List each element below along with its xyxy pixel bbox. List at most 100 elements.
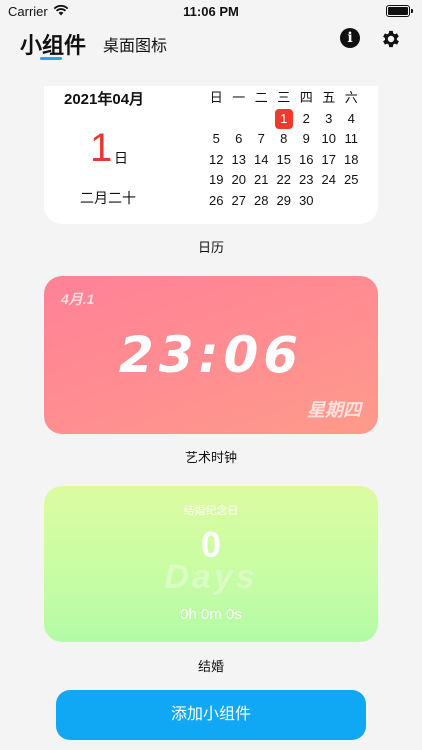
clock-caption: 艺术时钟: [184, 450, 237, 465]
anniversary-title: 结婚纪念日: [183, 505, 239, 517]
calendar-date-cell: 13: [228, 150, 251, 171]
gear-icon[interactable]: [380, 28, 402, 50]
anniversary-widget[interactable]: 结婚纪念日 Days 0 0h 0m 0s: [44, 486, 378, 642]
calendar-date-label: 10: [321, 131, 336, 146]
calendar-date-cell: 25: [340, 170, 363, 191]
calendar-week-row: 12 13 14 15 16 17 18: [205, 150, 365, 171]
calendar-date-label: 12: [209, 151, 224, 167]
calendar-day-number: 1: [90, 126, 113, 170]
calendar-date-cell: 23: [295, 170, 318, 191]
calendar-date-cell: 2: [295, 109, 318, 130]
calendar-weekday-label: 一: [232, 90, 246, 105]
calendar-date-label: 26: [209, 192, 224, 208]
active-tab-indicator: [40, 57, 62, 60]
calendar-date-cell: 9: [295, 129, 318, 150]
calendar-today-cell: 1: [273, 108, 296, 130]
calendar-date-cell: 4: [340, 109, 363, 130]
calendar-date-label: 14: [254, 151, 269, 167]
calendar-lunar-date: 二月二十: [80, 190, 136, 206]
calendar-date-label: 25: [344, 172, 359, 187]
calendar-widget[interactable]: 2021年04月 1 日 二月二十 日一二三四五六 1 2 3 4 5 6 7 8 9 10 11 12…: [44, 86, 378, 224]
calendar-date-cell: 6: [228, 129, 251, 150]
calendar-date-cell: 24: [318, 170, 341, 191]
calendar-date-cell: [205, 109, 228, 130]
calendar-date-cell: 16: [295, 150, 318, 171]
calendar-date-label: 20: [231, 172, 246, 187]
calendar-weekday-row: 日一二三四五六: [205, 88, 365, 109]
calendar-date-label: 16: [299, 151, 314, 167]
calendar-date-cell: 10: [318, 129, 341, 150]
calendar-date-cell: 20: [228, 170, 251, 191]
anniversary-elapsed: 0h 0m 0s: [180, 606, 242, 623]
status-bar: Carrier 11:06 PM: [0, 0, 422, 24]
calendar-date-label: 19: [209, 172, 224, 187]
calendar-date-cell: 28: [250, 191, 273, 212]
calendar-date-cell: 19: [205, 170, 228, 191]
calendar-date-label: 11: [344, 131, 359, 146]
tab-widgets[interactable]: 小组件: [20, 28, 86, 60]
calendar-date-cell: 15: [273, 150, 296, 171]
calendar-date-label: 1: [274, 108, 293, 129]
calendar-date-cell: 18: [340, 150, 363, 171]
calendar-weekday-label: 日: [209, 90, 223, 105]
calendar-date-label: 21: [254, 172, 269, 187]
calendar-date-cell: 29: [273, 191, 296, 212]
add-widget-button[interactable]: 添加小组件: [56, 690, 366, 740]
calendar-date-label: 23: [299, 172, 314, 187]
anniversary-caption: 结婚: [197, 659, 224, 674]
calendar-date-cell: 8: [273, 129, 296, 150]
calendar-day-suffix: 日: [114, 150, 128, 166]
calendar-weekday-label: 二: [254, 90, 268, 105]
calendar-date-cell: 5: [205, 129, 228, 150]
calendar-date-cell: 30: [295, 191, 318, 212]
calendar-date-cell: [250, 109, 273, 130]
calendar-date-label: 2: [302, 110, 310, 126]
calendar-date-cell: 22: [273, 170, 296, 191]
calendar-date-label: 29: [276, 192, 291, 208]
calendar-date-label: 22: [276, 172, 291, 187]
calendar-date-label: 15: [276, 151, 291, 167]
calendar-date-label: 18: [344, 151, 359, 167]
calendar-date-cell: 3: [318, 109, 341, 130]
calendar-date-cell: 7: [250, 129, 273, 150]
battery-icon: [386, 5, 413, 17]
top-nav: 小组件 桌面图标 i: [0, 24, 422, 64]
calendar-week-row: 19 20 21 22 23 24 25: [205, 170, 365, 191]
calendar-date-cell: 26: [205, 191, 228, 212]
calendar-date-cell: [318, 191, 341, 212]
art-clock-widget[interactable]: 4月.1 23:06 星期四: [44, 276, 378, 434]
calendar-week-row: 1234: [205, 108, 365, 130]
calendar-date-label: 7: [257, 131, 265, 146]
calendar-date-cell: 21: [250, 170, 273, 191]
calendar-grid: 日一二三四五六 1 2 3 4 5 6 7 8 9 10 11 12 13 14 15 16 17 18 19 20 21…: [205, 88, 365, 211]
calendar-week-row: 26 27 28 29 30: [205, 191, 365, 212]
calendar-date-label: 3: [325, 110, 333, 126]
clock-date: 4月.1: [61, 291, 95, 307]
calendar-date-label: 13: [231, 151, 246, 167]
calendar-date-label: 28: [254, 192, 269, 208]
calendar-date-label: 24: [321, 172, 336, 187]
calendar-month-header: 2021年04月: [64, 91, 145, 108]
tab-desktop-icons[interactable]: 桌面图标: [103, 32, 167, 56]
status-time: 11:06 PM: [183, 4, 239, 19]
calendar-date-cell: 17: [318, 150, 341, 171]
calendar-weekday-label: 五: [322, 90, 336, 105]
calendar-date-cell: 27: [228, 191, 251, 212]
calendar-date-cell: 14: [250, 150, 273, 171]
calendar-weekday-label: 三: [277, 90, 291, 105]
calendar-date-label: 27: [231, 192, 246, 208]
info-icon[interactable]: i: [340, 28, 360, 48]
calendar-date-cell: 12: [205, 150, 228, 171]
calendar-date-label: 6: [235, 131, 243, 146]
calendar-date-label: 4: [347, 110, 355, 126]
calendar-date-label: 8: [280, 131, 288, 146]
calendar-date-label: 17: [321, 151, 336, 167]
calendar-date-cell: [228, 109, 251, 130]
calendar-date-cell: 11: [340, 129, 363, 150]
clock-time: 23:06: [118, 326, 304, 384]
calendar-date-label: 5: [212, 131, 220, 146]
anniversary-count: 0: [200, 524, 222, 565]
calendar-weekday-label: 四: [299, 90, 313, 105]
calendar-date-label: 30: [299, 192, 314, 208]
clock-weekday: 星期四: [307, 400, 361, 420]
